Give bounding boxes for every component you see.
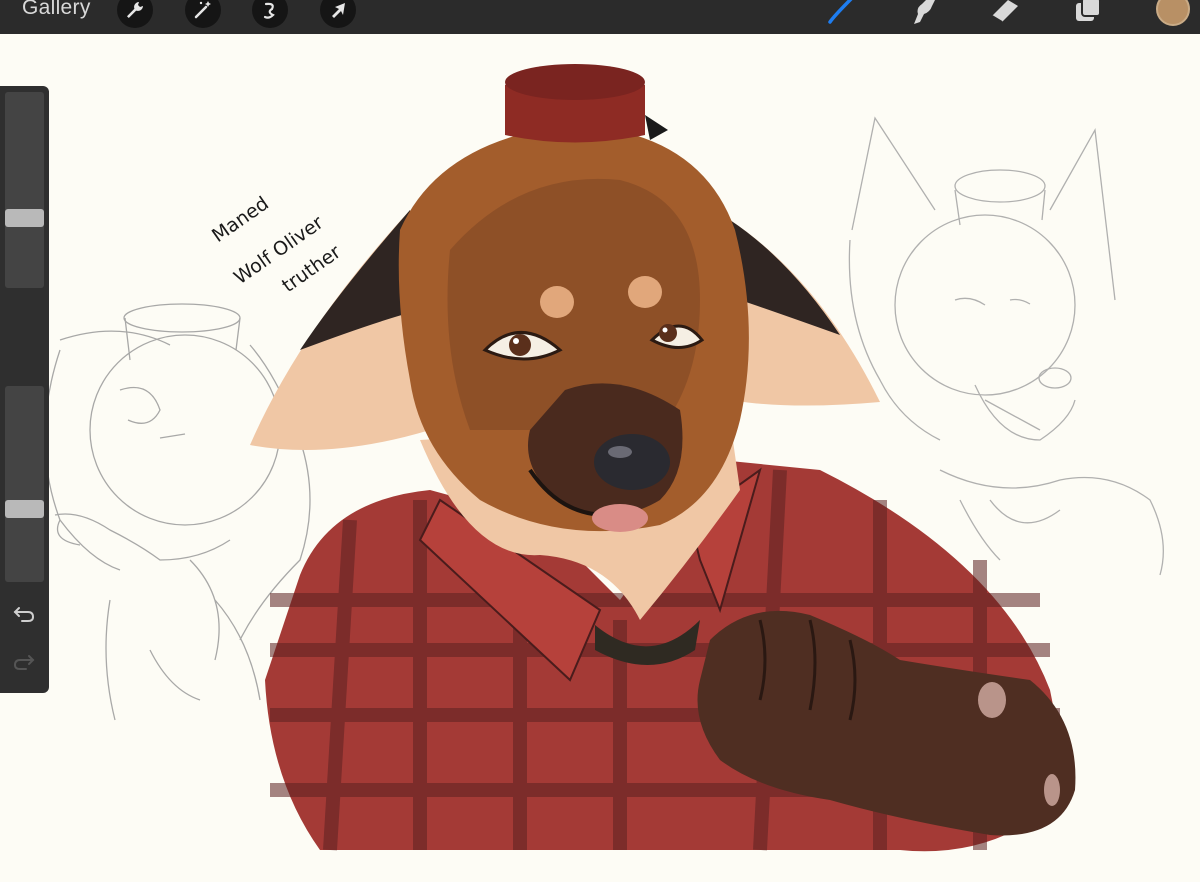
opacity-thumb[interactable] — [5, 499, 44, 518]
undo-icon[interactable] — [12, 604, 36, 624]
right-sketch — [848, 116, 1164, 576]
fez-hat — [505, 64, 668, 143]
layers-icon[interactable] — [1072, 0, 1106, 28]
transform-button[interactable] — [320, 0, 356, 28]
eraser-icon[interactable] — [988, 0, 1022, 28]
top-toolbar: Gallery — [0, 0, 1200, 34]
smudge-icon[interactable] — [906, 0, 940, 28]
magic-wand-icon — [194, 1, 211, 19]
left-sidebar — [0, 86, 49, 693]
selection-icon — [263, 2, 275, 19]
color-picker-button[interactable] — [1156, 0, 1190, 26]
brush-icon[interactable] — [824, 0, 858, 28]
redo-icon[interactable] — [12, 652, 36, 672]
selection-button[interactable] — [252, 0, 288, 28]
left-sketch — [44, 303, 311, 721]
transform-arrow-icon — [332, 3, 345, 18]
actions-button[interactable] — [117, 0, 153, 28]
opacity-slider[interactable] — [5, 386, 44, 582]
drawing-canvas[interactable]: Maned Wolf Oliver truther — [0, 34, 1200, 882]
adjustments-button[interactable] — [185, 0, 221, 28]
head — [398, 125, 749, 532]
artwork — [44, 64, 1164, 852]
brush-size-slider[interactable] — [5, 92, 44, 288]
wrench-icon — [127, 2, 143, 18]
brush-size-thumb[interactable] — [5, 209, 44, 228]
gallery-button[interactable]: Gallery — [22, 0, 91, 20]
